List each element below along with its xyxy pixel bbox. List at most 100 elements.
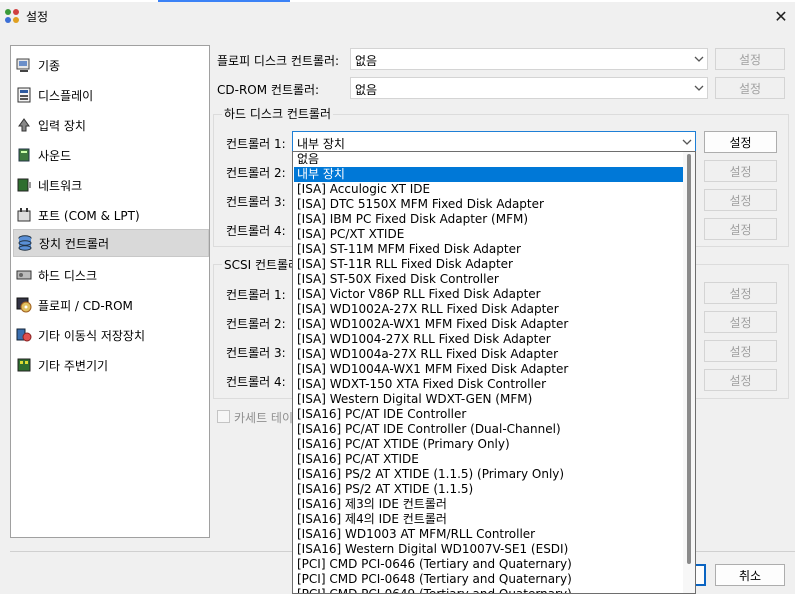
dropdown-option[interactable]: [ISA16] WD1003 AT MFM/RLL Controller bbox=[294, 527, 683, 542]
scsi-controller-3-label: 컨트롤러 3: bbox=[226, 346, 286, 360]
nav-item-hard-disks[interactable]: 하드 디스크 bbox=[13, 261, 209, 289]
scsi-group-title: SCSI 컨트롤러 bbox=[222, 256, 302, 273]
floppy-controller-label: 플로피 디스크 컨트롤러: bbox=[217, 54, 340, 68]
nav-item-label: 플로피 / CD-ROM bbox=[38, 298, 133, 313]
dropdown-option[interactable]: [PCI] CMD PCI-0649 (Tertiary and Quatern… bbox=[294, 587, 683, 593]
nav-item-floppy-cdrom[interactable]: 플로피 / CD-ROM bbox=[13, 291, 209, 319]
dropdown-option[interactable]: [ISA16] PC/AT XTIDE bbox=[294, 452, 683, 467]
dropdown-option[interactable]: [ISA] DTC 5150X MFM Fixed Disk Adapter bbox=[294, 197, 683, 212]
dropdown-option[interactable]: [PCI] CMD PCI-0646 (Tertiary and Quatern… bbox=[294, 557, 683, 572]
nav-item-machine[interactable]: 기종 bbox=[13, 51, 209, 79]
cassette-checkbox[interactable] bbox=[217, 410, 230, 423]
scsi-controller-2-configure-button[interactable]: 설정 bbox=[704, 311, 777, 333]
dropdown-option[interactable]: [ISA] WD1002A-WX1 MFM Fixed Disk Adapter bbox=[294, 317, 683, 332]
dropdown-option[interactable]: [ISA] ST-50X Fixed Disk Controller bbox=[294, 272, 683, 287]
dropdown-option[interactable]: [ISA] WD1004-27X RLL Fixed Disk Adapter bbox=[294, 332, 683, 347]
nav-item-input-devices[interactable]: 입력 장치 bbox=[13, 111, 209, 139]
hdc-controller-4-label: 컨트롤러 4: bbox=[226, 224, 286, 238]
cdrom-controller-value: 없음 bbox=[355, 83, 378, 97]
nav-item-sound[interactable]: 사운드 bbox=[13, 141, 209, 169]
dropdown-options: 없음 내부 장치 [ISA] Acculogic XT IDE [ISA] DTC 5… bbox=[294, 152, 683, 593]
cassette-checkbox-label: 카세트 테이 bbox=[234, 411, 294, 425]
close-icon[interactable]: ✕ bbox=[767, 2, 795, 30]
app-icon bbox=[5, 9, 19, 23]
dropdown-option[interactable]: [ISA16] PC/AT XTIDE (Primary Only) bbox=[294, 437, 683, 452]
hdc-controller-1-label: 컨트롤러 1: bbox=[226, 137, 286, 151]
title-bar: 설정 ✕ bbox=[0, 2, 795, 30]
scsi-controller-1-label: 컨트롤러 1: bbox=[226, 288, 286, 302]
nav-item-label: 디스플레이 bbox=[38, 88, 94, 103]
dropdown-scrollbar-thumb[interactable] bbox=[687, 154, 691, 564]
nav-item-label: 기타 이동식 저장장치 bbox=[38, 328, 145, 343]
scsi-controller-1-configure-button[interactable]: 설정 bbox=[704, 282, 777, 304]
floppy-configure-button[interactable]: 설정 bbox=[715, 48, 785, 70]
dropdown-option[interactable]: [ISA] WDXT-150 XTA Fixed Disk Controller bbox=[294, 377, 683, 392]
nav-item-label: 입력 장치 bbox=[38, 118, 86, 133]
window-title: 설정 bbox=[26, 10, 49, 24]
storage-controllers-icon bbox=[18, 235, 32, 251]
dropdown-option[interactable]: [ISA16] Western Digital WD1007V-SE1 (ESD… bbox=[294, 542, 683, 557]
hdc-controller-4-configure-button[interactable]: 설정 bbox=[704, 218, 777, 240]
hdc-controller-3-label: 컨트롤러 3: bbox=[226, 195, 286, 209]
dropdown-option[interactable]: [ISA16] 제3의 IDE 컨트롤러 bbox=[294, 497, 683, 512]
nav-item-ports[interactable]: 포트 (COM & LPT) bbox=[13, 201, 209, 229]
hdc-group-title: 하드 디스크 컨트롤러 bbox=[222, 105, 333, 122]
dropdown-scrollbar[interactable] bbox=[683, 152, 695, 593]
machine-icon bbox=[16, 58, 30, 72]
network-icon bbox=[17, 178, 31, 192]
dropdown-option[interactable]: 없음 bbox=[294, 152, 683, 167]
nav-item-other-removable[interactable]: 기타 이동식 저장장치 bbox=[13, 321, 209, 349]
ports-icon bbox=[17, 208, 31, 222]
dropdown-option[interactable]: [ISA] ST-11M MFM Fixed Disk Adapter bbox=[294, 242, 683, 257]
nav-item-network[interactable]: 네트워크 bbox=[13, 171, 209, 199]
hdc-controller-2-label: 컨트롤러 2: bbox=[226, 166, 286, 180]
cdrom-configure-button[interactable]: 설정 bbox=[715, 77, 785, 99]
floppy-controller-select[interactable]: 없음 bbox=[350, 48, 708, 70]
cancel-button[interactable]: 취소 bbox=[715, 564, 785, 586]
dropdown-option[interactable]: [ISA] IBM PC Fixed Disk Adapter (MFM) bbox=[294, 212, 683, 227]
sound-icon bbox=[18, 148, 30, 162]
chevron-down-icon bbox=[694, 56, 704, 62]
hdc-controller-2-configure-button[interactable]: 설정 bbox=[704, 160, 777, 182]
dropdown-option[interactable]: [ISA] Western Digital WDXT-GEN (MFM) bbox=[294, 392, 683, 407]
dropdown-option[interactable]: [ISA16] PS/2 AT XTIDE (1.1.5) bbox=[294, 482, 683, 497]
hdc-controller-3-configure-button[interactable]: 설정 bbox=[704, 189, 777, 211]
floppy-cdrom-icon bbox=[16, 297, 32, 313]
dropdown-option[interactable]: [ISA16] 제4의 IDE 컨트롤러 bbox=[294, 512, 683, 527]
hdc-controller-1-dropdown-list[interactable]: 없음 내부 장치 [ISA] Acculogic XT IDE [ISA] DTC 5… bbox=[292, 151, 696, 594]
dropdown-option[interactable]: [ISA] WD1004A-WX1 MFM Fixed Disk Adapter bbox=[294, 362, 683, 377]
nav-item-label: 포트 (COM & LPT) bbox=[38, 208, 140, 223]
dropdown-option[interactable]: [ISA] WD1004a-27X RLL Fixed Disk Adapter bbox=[294, 347, 683, 362]
peripherals-icon bbox=[17, 358, 31, 372]
nav-item-label: 기타 주변기기 bbox=[38, 358, 109, 373]
hdc-controller-1-select[interactable]: 내부 장치 bbox=[292, 131, 696, 153]
nav-item-storage-controllers[interactable]: 장치 컨트롤러 bbox=[13, 229, 209, 257]
chevron-down-icon bbox=[682, 139, 692, 145]
dropdown-option[interactable]: [ISA16] PC/AT IDE Controller bbox=[294, 407, 683, 422]
nav-item-label: 사운드 bbox=[38, 148, 72, 163]
dropdown-option[interactable]: [ISA] PC/XT XTIDE bbox=[294, 227, 683, 242]
dropdown-option[interactable]: [ISA] Victor V86P RLL Fixed Disk Adapter bbox=[294, 287, 683, 302]
removable-storage-icon bbox=[16, 328, 32, 342]
dropdown-option[interactable]: [ISA] WD1002A-27X RLL Fixed Disk Adapter bbox=[294, 302, 683, 317]
dropdown-option[interactable]: [PCI] CMD PCI-0648 (Tertiary and Quatern… bbox=[294, 572, 683, 587]
floppy-controller-value: 없음 bbox=[355, 54, 378, 68]
settings-category-list[interactable]: 기종 디스플레이 입력 장치 사운드 네트워크 포트 (COM & LPT) 장… bbox=[10, 45, 210, 538]
dropdown-option[interactable]: 내부 장치 bbox=[294, 167, 683, 182]
nav-item-other-peripherals[interactable]: 기타 주변기기 bbox=[13, 351, 209, 379]
display-icon bbox=[17, 87, 31, 103]
dropdown-option[interactable]: [ISA16] PC/AT IDE Controller (Dual-Chann… bbox=[294, 422, 683, 437]
scsi-controller-3-configure-button[interactable]: 설정 bbox=[704, 340, 777, 362]
dropdown-option[interactable]: [ISA16] PS/2 AT XTIDE (1.1.5) (Primary O… bbox=[294, 467, 683, 482]
cdrom-controller-select[interactable]: 없음 bbox=[350, 77, 708, 99]
hard-disk-icon bbox=[16, 270, 32, 280]
nav-item-label: 하드 디스크 bbox=[38, 268, 98, 283]
nav-item-display[interactable]: 디스플레이 bbox=[13, 81, 209, 109]
scsi-controller-2-label: 컨트롤러 2: bbox=[226, 317, 286, 331]
scsi-controller-4-configure-button[interactable]: 설정 bbox=[704, 369, 777, 391]
hdc-controller-1-value: 내부 장치 bbox=[297, 137, 345, 151]
nav-item-label: 장치 컨트롤러 bbox=[39, 236, 110, 251]
hdc-controller-1-configure-button[interactable]: 설정 bbox=[704, 131, 777, 153]
dropdown-option[interactable]: [ISA] ST-11R RLL Fixed Disk Adapter bbox=[294, 257, 683, 272]
dropdown-option[interactable]: [ISA] Acculogic XT IDE bbox=[294, 182, 683, 197]
